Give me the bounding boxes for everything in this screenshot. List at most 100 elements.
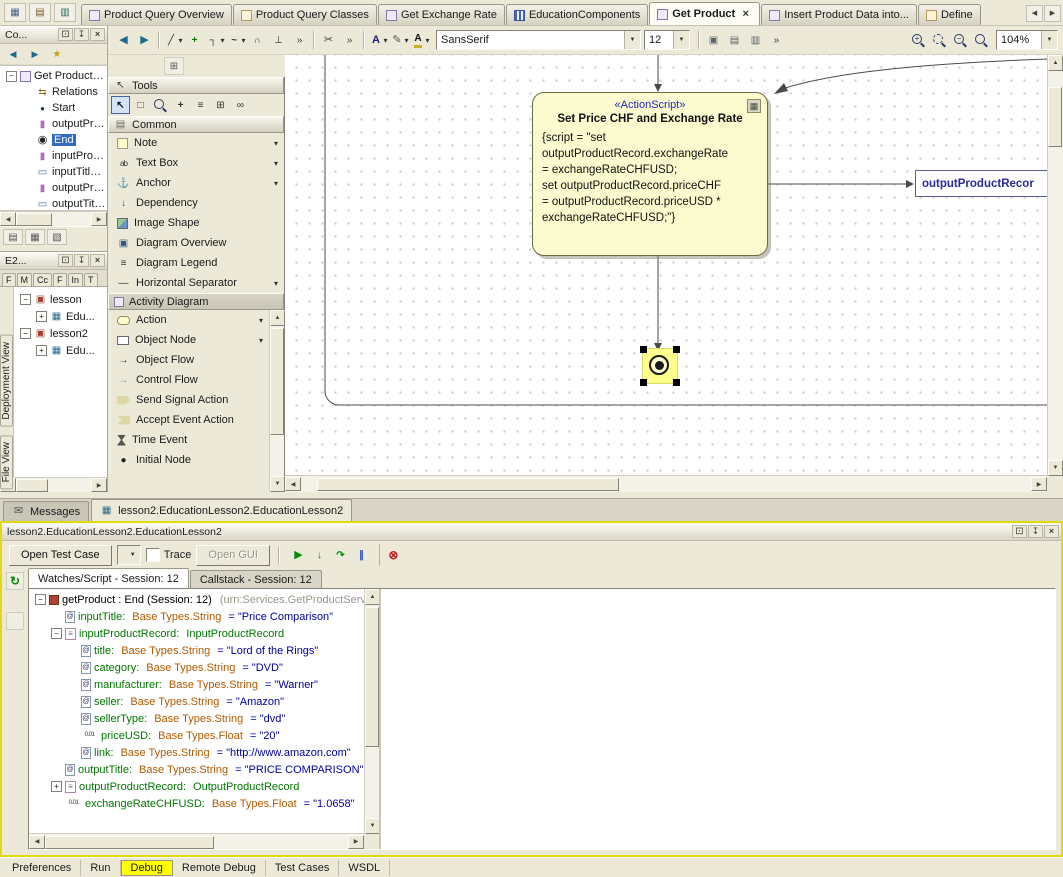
selection-handle[interactable] [673,379,680,386]
scroll-down-icon[interactable] [270,476,285,492]
containment-item[interactable]: Get Product( inpu [0,68,107,84]
palette-item[interactable]: Control Flow [108,370,269,390]
debug-control-button[interactable] [309,544,330,566]
containment-item[interactable]: inputProduct... [0,148,107,164]
float-icon[interactable] [1012,525,1027,538]
toolbar-button[interactable] [289,29,310,51]
watch-row[interactable]: exchangeRateCHFUSD: Base Types.Float = "… [29,795,364,812]
toolbar-button[interactable] [368,29,389,51]
font-family-select[interactable]: SansSerif [436,30,641,50]
close-icon[interactable] [90,28,105,41]
diagram-area[interactable]: «ActionScript» Set Price CHF and Exchang… [285,55,1047,476]
status-tab[interactable]: Remote Debug [173,860,266,876]
model-window-icon[interactable] [29,3,51,22]
expander-icon[interactable] [36,345,47,356]
containment-item[interactable]: outputProdu... [0,180,107,196]
selection-handle[interactable] [640,346,647,353]
stopped-marker-icon[interactable] [6,612,24,630]
palette-header-tools[interactable]: Tools [108,77,284,94]
session-tab[interactable]: Callstack - Session: 12 [190,570,322,588]
trace-checkbox[interactable] [146,548,160,562]
scroll-thumb[interactable] [365,607,379,747]
palette-item[interactable]: Dependency [108,193,284,213]
scroll-thumb[interactable] [270,328,284,435]
tab-next-icon[interactable] [1044,5,1061,22]
browser-tab[interactable]: F [2,273,16,286]
palette-item[interactable]: Image Shape [108,213,284,233]
palette-item[interactable]: Note [108,133,284,153]
palette-tool[interactable] [231,96,250,114]
watch-row[interactable]: title: Base Types.String = "Lord of the … [29,642,364,659]
watch-row[interactable]: manufacturer: Base Types.String = "Warne… [29,676,364,693]
debug-control-button[interactable] [288,544,309,566]
float-icon[interactable] [58,28,73,41]
e2e-tree-item[interactable]: Edu... [14,308,107,325]
scroll-right-icon[interactable] [348,835,364,849]
scroll-left-icon[interactable] [0,212,16,226]
watch-row[interactable]: inputTitle: Base Types.String = "Price C… [29,608,364,625]
status-tab[interactable]: WSDL [339,860,390,876]
float-icon[interactable] [58,254,73,267]
containment-hscrollbar[interactable] [0,211,107,226]
close-icon[interactable] [1044,525,1059,538]
scroll-track[interactable] [45,836,348,848]
palette-vscrollbar[interactable] [269,310,284,492]
scroll-track[interactable] [16,479,91,491]
scroll-right-icon[interactable] [1031,477,1047,491]
e2e-tree-item[interactable]: Edu... [14,342,107,359]
dropdown-caret-icon[interactable] [259,316,263,325]
object-node[interactable]: outputProductRecor [915,170,1047,197]
toolbar-button[interactable] [703,29,724,51]
watch-row[interactable]: link: Base Types.String = "http://www.am… [29,744,364,761]
open-gui-button[interactable]: Open GUI [196,545,270,566]
toolbar-button[interactable] [950,29,971,51]
toolbar-button[interactable] [184,29,205,51]
toolbar-button[interactable] [389,29,410,51]
scroll-thumb[interactable] [1048,87,1062,147]
selection-handle[interactable] [640,379,647,386]
scroll-right-icon[interactable] [91,212,107,226]
toolbar-button[interactable] [745,29,766,51]
script-badge-icon[interactable] [747,99,761,113]
e2e-tree-item[interactable]: lesson2 [14,325,107,342]
palette-tool[interactable] [131,96,150,114]
containment-item[interactable]: Start [0,100,107,116]
browser-tab[interactable]: M [17,273,33,286]
toolbar-button[interactable] [971,29,992,51]
palette-tool[interactable] [111,96,130,114]
containment-item[interactable]: Relations [0,84,107,100]
scroll-up-icon[interactable] [1048,55,1063,71]
expander-icon[interactable] [35,594,46,605]
toolbar-button[interactable] [205,29,226,51]
document-tab[interactable]: Get Exchange Rate [378,4,505,25]
watch-row[interactable]: priceUSD: Base Types.Float = "20" [29,727,364,744]
palette-item[interactable]: Accept Event Action [108,410,269,430]
palette-item[interactable]: Object Flow [108,350,269,370]
document-tab[interactable]: Insert Product Data into... [761,4,917,25]
browser-tab[interactable]: F [53,273,67,286]
watch-row[interactable]: outputTitle: Base Types.String = "PRICE … [29,761,364,778]
scroll-track[interactable] [16,213,91,225]
watch-row[interactable]: category: Base Types.String = "DVD" [29,659,364,676]
dropdown-caret-icon[interactable] [259,336,263,345]
palette-item[interactable]: Diagram Legend [108,253,284,273]
font-size-select[interactable]: 12 [644,30,690,50]
expander-icon[interactable] [20,294,31,305]
bottom-panel-tab[interactable]: lesson2.EducationLesson2.EducationLesson… [91,499,352,521]
scroll-track[interactable] [365,605,379,818]
watch-root-row[interactable]: getProduct : End (Session: 12) (urn:Serv… [29,591,364,608]
toolbar-button[interactable] [339,29,360,51]
browser-tab[interactable]: Cc [33,273,52,286]
watch-row[interactable]: inputProductRecord: InputProductRecord [29,625,364,642]
document-tab[interactable]: Product Query Classes [233,4,377,25]
palette-tool[interactable] [171,96,190,114]
containment-tab-icon[interactable] [3,229,23,245]
scroll-up-icon[interactable] [270,310,285,326]
dropdown-caret-icon[interactable] [274,139,278,148]
palette-item[interactable]: Anchor [108,173,284,193]
tab-prev-icon[interactable] [1026,5,1043,22]
forward-small-icon[interactable] [25,45,45,63]
browser-tab[interactable]: T [84,273,98,286]
containment-tree-icon[interactable] [164,57,184,75]
palette-item[interactable]: Time Event [108,430,269,450]
